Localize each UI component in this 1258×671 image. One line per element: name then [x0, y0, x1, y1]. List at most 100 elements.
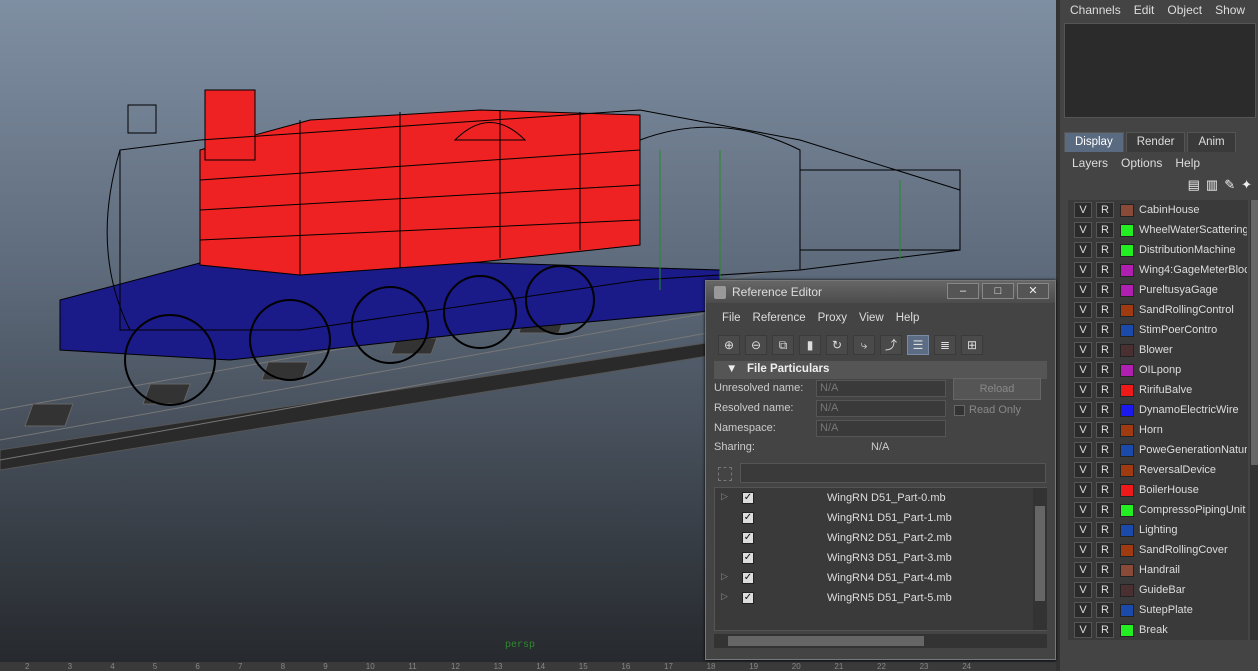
duplicate-reference-icon[interactable]: ⧉ — [772, 335, 794, 355]
layer-row[interactable]: V R DynamoElectricWire — [1068, 400, 1248, 420]
tab-render[interactable]: Render — [1125, 132, 1186, 152]
reload-reference-icon[interactable]: ↻ — [826, 335, 848, 355]
layer-row[interactable]: V R PoweGenerationNatur — [1068, 440, 1248, 460]
layer-row[interactable]: V R OILponp — [1068, 360, 1248, 380]
visibility-toggle[interactable]: V — [1074, 302, 1092, 318]
layer-row[interactable]: V R Handrail — [1068, 560, 1248, 580]
layer-color-swatch[interactable] — [1120, 563, 1134, 577]
menu-options[interactable]: Options — [1121, 156, 1162, 174]
layer-row[interactable]: V R SandRollingCover — [1068, 540, 1248, 560]
unresolved-field[interactable]: N/A — [816, 380, 946, 397]
visibility-toggle[interactable]: V — [1074, 282, 1092, 298]
visibility-toggle[interactable]: V — [1074, 602, 1092, 618]
layer-color-swatch[interactable] — [1120, 623, 1134, 637]
reference-toggle[interactable]: R — [1096, 322, 1114, 338]
layer-row[interactable]: V R RirifuBalve — [1068, 380, 1248, 400]
visibility-toggle[interactable]: V — [1074, 522, 1092, 538]
path-icon[interactable] — [718, 467, 732, 481]
tree-view-icon[interactable]: ⊞ — [961, 335, 983, 355]
layer-row[interactable]: V R CabinHouse — [1068, 200, 1248, 220]
visibility-toggle[interactable]: V — [1074, 202, 1092, 218]
layer-color-swatch[interactable] — [1120, 263, 1134, 277]
layer-color-swatch[interactable] — [1120, 503, 1134, 517]
reference-toggle[interactable]: R — [1096, 382, 1114, 398]
layer-color-swatch[interactable] — [1120, 523, 1134, 537]
layer-options-icon[interactable]: ✎ — [1224, 177, 1235, 196]
reference-toggle[interactable]: R — [1096, 202, 1114, 218]
reference-file-row[interactable]: ✓ WingRN3 D51_Part-3.mb — [715, 548, 1046, 568]
menu-layers[interactable]: Layers — [1072, 156, 1108, 174]
layer-row[interactable]: V R Blower — [1068, 340, 1248, 360]
reference-toggle[interactable]: R — [1096, 622, 1114, 638]
reference-toggle[interactable]: R — [1096, 542, 1114, 558]
visibility-toggle[interactable]: V — [1074, 342, 1092, 358]
visibility-toggle[interactable]: V — [1074, 542, 1092, 558]
reference-toggle[interactable]: R — [1096, 402, 1114, 418]
reference-toggle[interactable]: R — [1096, 342, 1114, 358]
layer-row[interactable]: V R StimPoerContro — [1068, 320, 1248, 340]
time-ruler[interactable]: 2 3 4 5 6 7 8 9 10 11 12 13 14 15 16 17 18 19 20 21 22 23 24 — [0, 662, 1056, 671]
load-checkbox[interactable]: ✓ — [742, 552, 754, 564]
reference-toggle[interactable]: R — [1096, 582, 1114, 598]
new-layer-selected-icon[interactable]: ▥ — [1206, 177, 1218, 196]
channel-box-area[interactable] — [1064, 23, 1256, 118]
reference-toggle[interactable]: R — [1096, 602, 1114, 618]
visibility-toggle[interactable]: V — [1074, 262, 1092, 278]
visibility-toggle[interactable]: V — [1074, 582, 1092, 598]
reference-toggle[interactable]: R — [1096, 302, 1114, 318]
visibility-toggle[interactable]: V — [1074, 242, 1092, 258]
file-particulars-header[interactable]: ▼ File Particulars — [714, 361, 1047, 379]
layer-row[interactable]: V R SutepPlate — [1068, 600, 1248, 620]
close-icon[interactable]: ✕ — [1017, 283, 1049, 299]
list-view-icon[interactable]: ☰ — [907, 335, 929, 355]
load-checkbox[interactable]: ✓ — [742, 532, 754, 544]
layer-list-scrollbar[interactable] — [1250, 200, 1258, 640]
layer-row[interactable]: V R WheelWaterScattering — [1068, 220, 1248, 240]
layer-color-swatch[interactable] — [1120, 323, 1134, 337]
load-checkbox[interactable]: ✓ — [742, 572, 754, 584]
file-list-vscrollbar[interactable] — [1033, 488, 1047, 630]
layer-color-swatch[interactable] — [1120, 303, 1134, 317]
reload-button[interactable]: Reload — [953, 378, 1041, 400]
layer-row[interactable]: V R Wing4:GageMeterBloc — [1068, 260, 1248, 280]
load-checkbox[interactable]: ✓ — [742, 492, 754, 504]
visibility-toggle[interactable]: V — [1074, 422, 1092, 438]
layer-row[interactable]: V R SandRollingControl — [1068, 300, 1248, 320]
file-list-hscrollbar[interactable] — [714, 634, 1047, 648]
visibility-toggle[interactable]: V — [1074, 562, 1092, 578]
read-only-checkbox[interactable]: Read Only — [954, 404, 1021, 416]
expand-arrow-icon[interactable]: ▷ — [721, 571, 728, 582]
layer-color-swatch[interactable] — [1120, 283, 1134, 297]
layer-color-swatch[interactable] — [1120, 383, 1134, 397]
reference-toggle[interactable]: R — [1096, 482, 1114, 498]
title-bar[interactable]: Reference Editor – □ ✕ — [706, 281, 1055, 303]
layer-color-swatch[interactable] — [1120, 483, 1134, 497]
reference-toggle[interactable]: R — [1096, 262, 1114, 278]
tab-display[interactable]: Display — [1064, 132, 1124, 152]
layer-row[interactable]: V R GuideBar — [1068, 580, 1248, 600]
menu-proxy[interactable]: Proxy — [818, 312, 847, 333]
reference-toggle[interactable]: R — [1096, 522, 1114, 538]
visibility-toggle[interactable]: V — [1074, 502, 1092, 518]
layer-color-swatch[interactable] — [1120, 363, 1134, 377]
layer-row[interactable]: V R BoilerHouse — [1068, 480, 1248, 500]
detail-view-icon[interactable]: ≣ — [934, 335, 956, 355]
layer-color-swatch[interactable] — [1120, 603, 1134, 617]
layer-row[interactable]: V R DistributionMachine — [1068, 240, 1248, 260]
layer-color-swatch[interactable] — [1120, 243, 1134, 257]
visibility-toggle[interactable]: V — [1074, 482, 1092, 498]
menu-object[interactable]: Object — [1167, 3, 1202, 20]
reference-toggle[interactable]: R — [1096, 442, 1114, 458]
reference-toggle[interactable]: R — [1096, 562, 1114, 578]
reference-toggle[interactable]: R — [1096, 222, 1114, 238]
layer-extra-icon[interactable]: ✦ — [1241, 177, 1252, 196]
layer-color-swatch[interactable] — [1120, 543, 1134, 557]
create-reference-icon[interactable]: ⊕ — [718, 335, 740, 355]
namespace-field[interactable]: N/A — [816, 420, 946, 437]
path-field[interactable] — [740, 463, 1046, 483]
visibility-toggle[interactable]: V — [1074, 222, 1092, 238]
unload-reference-icon[interactable]: ▮ — [799, 335, 821, 355]
visibility-toggle[interactable]: V — [1074, 462, 1092, 478]
reference-toggle[interactable]: R — [1096, 282, 1114, 298]
layer-row[interactable]: V R PureltusyaGage — [1068, 280, 1248, 300]
